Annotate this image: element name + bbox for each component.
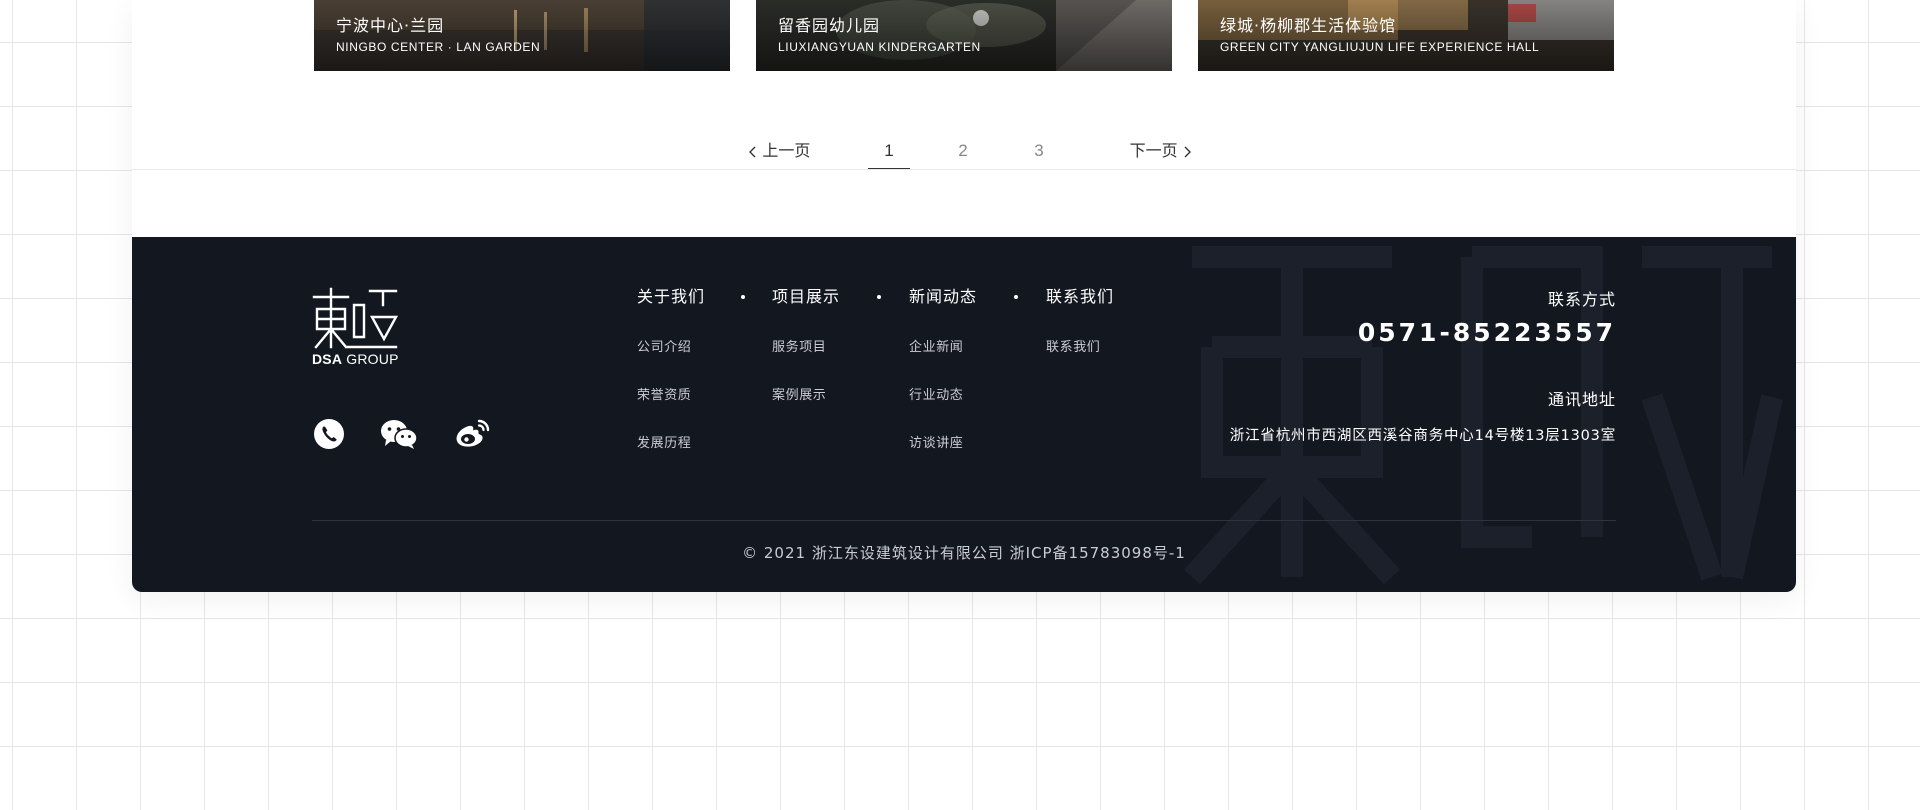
page-2-button[interactable]: 2 (945, 132, 981, 170)
logo-text: DSA GROUP (312, 351, 399, 367)
footer-nav-contact: 联系我们 联系我们 (1046, 285, 1114, 359)
divider-line (132, 169, 1796, 170)
nav-link-industry-news[interactable]: 行业动态 (909, 385, 977, 407)
nav-link-services[interactable]: 服务项目 (772, 337, 840, 359)
phone-icon[interactable] (312, 417, 346, 451)
footer-divider (312, 520, 1616, 521)
prev-page-label: 上一页 (762, 141, 811, 160)
nav-link-honors[interactable]: 荣誉资质 (637, 385, 705, 407)
chevron-right-icon (1184, 146, 1192, 158)
nav-title-contact[interactable]: 联系我们 (1046, 285, 1114, 309)
nav-link-contact-us[interactable]: 联系我们 (1046, 337, 1114, 359)
contact-label: 联系方式 (1547, 290, 1616, 309)
next-page-label: 下一页 (1129, 141, 1178, 160)
project-subtitle: NINGBO CENTER · LAN GARDEN (336, 40, 541, 54)
prev-page-button[interactable]: 上一页 (734, 132, 824, 170)
nav-link-history[interactable]: 发展历程 (637, 433, 705, 455)
footer-nav-projects: 项目展示 服务项目 案例展示 (772, 285, 840, 407)
footer-nav-about: 关于我们 公司介绍 荣誉资质 发展历程 (637, 285, 705, 455)
project-card[interactable]: 宁波中心·兰园 NINGBO CENTER · LAN GARDEN (314, 0, 730, 71)
nav-separator-dot (877, 295, 881, 299)
weibo-icon[interactable] (453, 417, 491, 451)
nav-title-projects[interactable]: 项目展示 (772, 285, 840, 309)
project-title: 绿城·杨柳郡生活体验馆 (1220, 16, 1397, 35)
phone-number[interactable]: 0571-85223557 (1358, 318, 1616, 347)
pagination: 上一页 1 2 3 下一页 (132, 132, 1796, 172)
nav-title-about[interactable]: 关于我们 (637, 285, 705, 309)
project-title: 留香园幼儿园 (778, 16, 881, 35)
chevron-left-icon (748, 146, 756, 158)
wechat-icon[interactable] (380, 417, 418, 451)
next-page-button[interactable]: 下一页 (1116, 132, 1206, 170)
project-card[interactable]: 绿城·杨柳郡生活体验馆 GREEN CITY YANGLIUJUN LIFE E… (1198, 0, 1614, 71)
footer-nav-news: 新闻动态 企业新闻 行业动态 访谈讲座 (909, 285, 977, 455)
nav-link-company-intro[interactable]: 公司介绍 (637, 337, 705, 359)
site-footer: DSA GROUP 关于我们 公司介绍 荣誉资质 发展历程 项目展示 服务项目 … (132, 237, 1796, 592)
address-label: 通讯地址 (1547, 390, 1616, 409)
nav-title-news[interactable]: 新闻动态 (909, 285, 977, 309)
logo-text-bold: DSA (312, 351, 343, 367)
nav-separator-dot (741, 295, 745, 299)
project-subtitle: LIUXIANGYUAN KINDERGARTEN (778, 40, 981, 54)
page-container: 宁波中心·兰园 NINGBO CENTER · LAN GARDEN 留香园幼儿… (132, 0, 1796, 592)
nav-link-company-news[interactable]: 企业新闻 (909, 337, 977, 359)
project-title: 宁波中心·兰园 (336, 16, 445, 35)
project-subtitle: GREEN CITY YANGLIUJUN LIFE EXPERIENCE HA… (1220, 40, 1540, 54)
nav-link-cases[interactable]: 案例展示 (772, 385, 840, 407)
project-card[interactable]: 留香园幼儿园 LIUXIANGYUAN KINDERGARTEN (756, 0, 1172, 71)
nav-separator-dot (1014, 295, 1018, 299)
page-1-button[interactable]: 1 (868, 132, 910, 170)
nav-link-interviews[interactable]: 访谈讲座 (909, 433, 977, 455)
address-text: 浙江省杭州市西湖区西溪谷商务中心14号楼13层1303室 (1229, 428, 1616, 444)
project-cards: 宁波中心·兰园 NINGBO CENTER · LAN GARDEN 留香园幼儿… (314, 0, 1614, 71)
logo-text-rest: GROUP (346, 351, 399, 367)
page-3-button[interactable]: 3 (1021, 132, 1057, 170)
copyright-text: © 2021 浙江东设建筑设计有限公司 浙ICP备15783098号-1 (742, 544, 1186, 562)
logo-watermark (1183, 246, 1783, 585)
